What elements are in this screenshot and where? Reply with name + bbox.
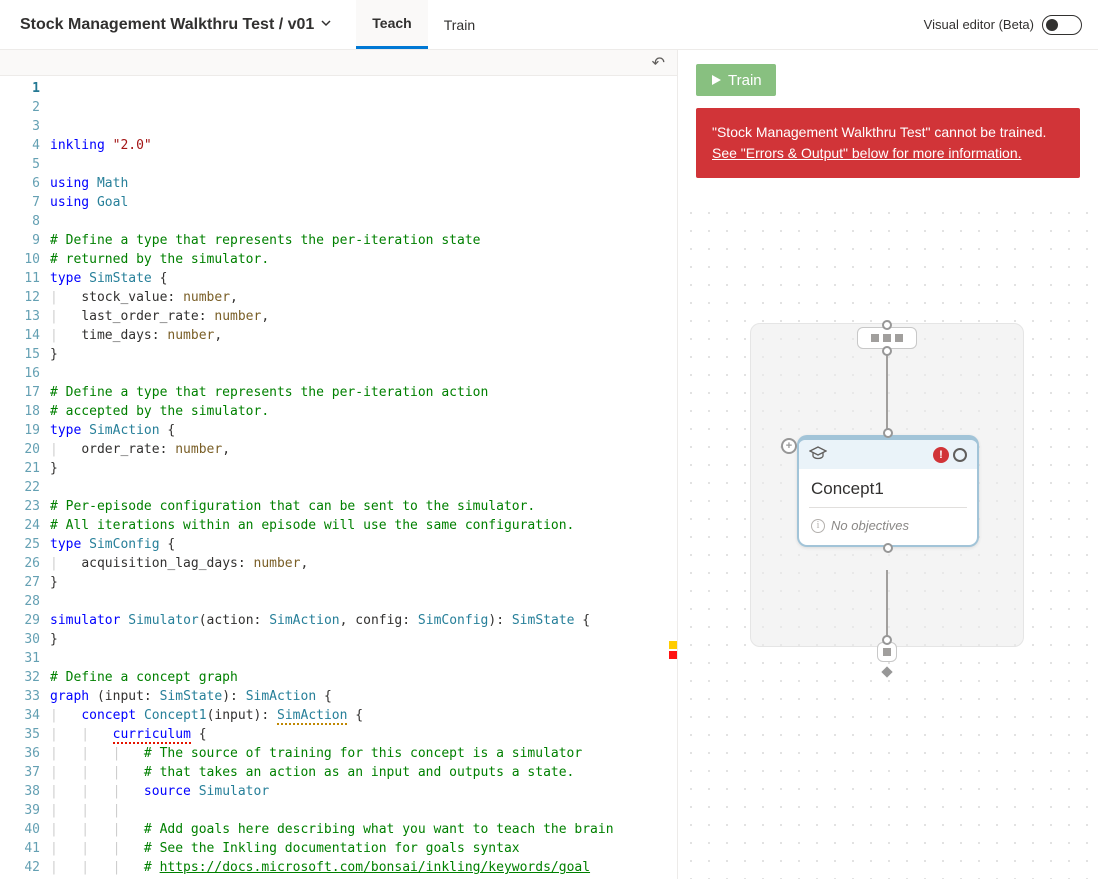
code-line[interactable] (50, 649, 677, 668)
code-line[interactable]: # accepted by the simulator. (50, 402, 677, 421)
breadcrumb-text: Stock Management Walkthru Test / v01 (20, 16, 314, 34)
error-link[interactable]: See "Errors & Output" below for more inf… (712, 143, 1064, 164)
code-line[interactable]: # All iterations within an episode will … (50, 516, 677, 535)
overview-warning-marker[interactable] (669, 641, 677, 649)
right-pane: Train "Stock Management Walkthru Test" c… (678, 50, 1098, 879)
header-right: Visual editor (Beta) (924, 15, 1098, 35)
visual-editor-toggle[interactable] (1042, 15, 1082, 35)
code-line[interactable]: inkling "2.0" (50, 136, 677, 155)
port-out[interactable] (882, 346, 892, 356)
code-line[interactable]: | | curriculum { (50, 725, 677, 744)
overview-error-marker[interactable] (669, 651, 677, 659)
error-banner: "Stock Management Walkthru Test" cannot … (696, 108, 1080, 178)
code-line[interactable]: } (50, 459, 677, 478)
app-header: Stock Management Walkthru Test / v01 Tea… (0, 0, 1098, 50)
code-line[interactable]: type SimAction { (50, 421, 677, 440)
source-node[interactable] (857, 327, 917, 349)
code-line[interactable]: | time_days: number, (50, 326, 677, 345)
code-line[interactable]: | | | # that takes an action as an input… (50, 763, 677, 782)
port-out[interactable] (883, 543, 893, 553)
line-gutter: 1234567891011121314151617181920212223242… (0, 76, 50, 879)
code-line[interactable]: # Define a concept graph (50, 668, 677, 687)
concept-node[interactable]: + ! Concept1 i No objectives (797, 435, 979, 547)
code-line[interactable]: } (50, 345, 677, 364)
tab-train[interactable]: Train (428, 0, 491, 49)
concept-header: ! (799, 440, 977, 469)
code-line[interactable] (50, 592, 677, 611)
play-icon (710, 74, 722, 86)
tab-teach[interactable]: Teach (356, 0, 427, 49)
undo-icon[interactable]: ↶ (652, 53, 665, 73)
error-text: "Stock Management Walkthru Test" cannot … (712, 122, 1064, 143)
graduation-cap-icon (809, 446, 827, 463)
concept-title: Concept1 (799, 469, 977, 507)
code-line[interactable] (50, 478, 677, 497)
code-line[interactable]: | acquisition_lag_days: number, (50, 554, 677, 573)
port-in[interactable] (883, 428, 893, 438)
breadcrumb[interactable]: Stock Management Walkthru Test / v01 (20, 16, 332, 34)
code-line[interactable] (50, 364, 677, 383)
add-connector-button[interactable]: + (781, 438, 797, 454)
code-line[interactable]: } (50, 630, 677, 649)
code-line[interactable]: # returned by the simulator. (50, 250, 677, 269)
code-line[interactable]: type SimConfig { (50, 535, 677, 554)
code-line[interactable]: type SimState { (50, 269, 677, 288)
code-line[interactable]: | stock_value: number, (50, 288, 677, 307)
code-line[interactable]: | | | # The source of training for this … (50, 744, 677, 763)
code-line[interactable]: graph (input: SimState): SimAction { (50, 687, 677, 706)
code-line[interactable]: | | | # See the Inkling documentation fo… (50, 839, 677, 858)
code-line[interactable]: # Define a type that represents the per-… (50, 383, 677, 402)
code-line[interactable]: using Math (50, 174, 677, 193)
code-line[interactable]: | concept Concept1(input): SimAction { (50, 706, 677, 725)
port-in[interactable] (882, 635, 892, 645)
code-line[interactable]: # Per-episode configuration that can be … (50, 497, 677, 516)
code-line[interactable]: | | | # https://docs.microsoft.com/bonsa… (50, 858, 677, 877)
code-line[interactable] (50, 212, 677, 231)
code-line[interactable]: # Define a type that represents the per-… (50, 231, 677, 250)
code-line[interactable] (50, 155, 677, 174)
editor-pane: ↶ 12345678910111213141516171819202122232… (0, 50, 678, 879)
code-line[interactable]: } (50, 573, 677, 592)
train-button[interactable]: Train (696, 64, 776, 96)
editor-toolbar: ↶ (0, 50, 677, 76)
code-line[interactable]: | order_rate: number, (50, 440, 677, 459)
visual-editor-label: Visual editor (Beta) (924, 17, 1034, 32)
graph-edge (886, 350, 888, 432)
status-circle-icon (953, 448, 967, 462)
code-line[interactable]: | | | (50, 801, 677, 820)
info-icon: i (811, 519, 825, 533)
code-line[interactable]: | last_order_rate: number, (50, 307, 677, 326)
overview-ruler[interactable] (663, 76, 677, 879)
error-badge-icon[interactable]: ! (933, 447, 949, 463)
code-line[interactable]: using Goal (50, 193, 677, 212)
graph-canvas[interactable]: + ! Concept1 i No objectives (678, 200, 1098, 879)
code-line[interactable]: | | | source Simulator (50, 782, 677, 801)
output-node[interactable] (877, 642, 897, 662)
map-marker-icon (881, 666, 892, 677)
code-content[interactable]: inkling "2.0" using Mathusing Goal # Def… (50, 76, 677, 879)
header-tabs: Teach Train (356, 0, 491, 49)
code-line[interactable]: | | | # Add goals here describing what y… (50, 820, 677, 839)
current-line-highlight (50, 79, 662, 98)
concept-subtitle: i No objectives (799, 508, 977, 545)
code-editor[interactable]: 1234567891011121314151617181920212223242… (0, 76, 677, 879)
chevron-down-icon (320, 16, 332, 34)
code-line[interactable]: simulator Simulator(action: SimAction, c… (50, 611, 677, 630)
port-in[interactable] (882, 320, 892, 330)
graph-edge (886, 570, 888, 640)
